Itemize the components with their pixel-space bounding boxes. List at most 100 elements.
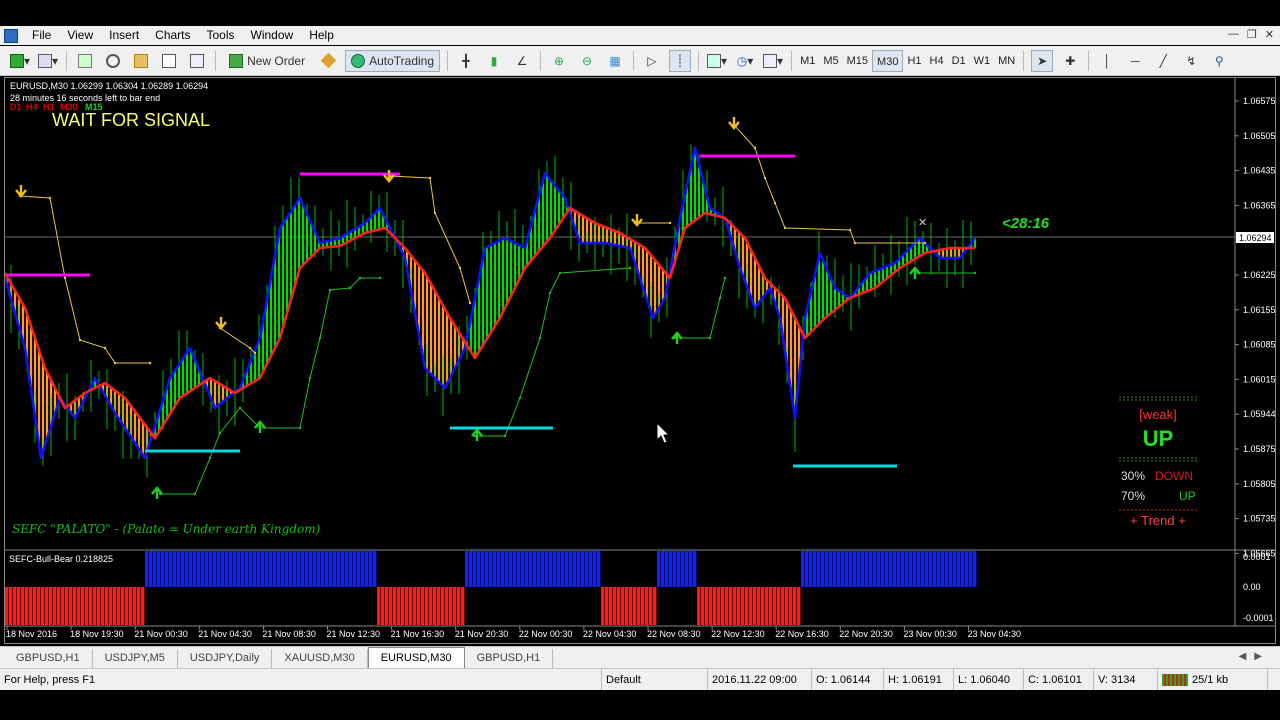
minimize-icon[interactable]: — — [1228, 28, 1239, 41]
status-open: O: 1.06144 — [812, 668, 884, 691]
bear-bar — [777, 587, 781, 625]
data-window-button[interactable] — [102, 50, 124, 72]
bear-bar — [69, 587, 73, 625]
tf-label-h4: H4 — [26, 102, 38, 112]
metaeditor-button[interactable] — [317, 50, 339, 72]
menu-file[interactable]: File — [24, 26, 59, 45]
menu-charts[interactable]: Charts — [147, 26, 198, 45]
bull-bar — [185, 551, 189, 587]
chart-window[interactable]: ✕ 0.0001 0.00 -0.0001 1.06575 1.06505 1.0643… — [4, 77, 1276, 644]
bear-bar — [773, 587, 777, 625]
time-axis-label: 21 Nov 00:30 — [134, 629, 188, 639]
chart-tab[interactable]: XAUUSD,M30 — [272, 649, 368, 668]
menu-tools[interactable]: Tools — [199, 26, 243, 45]
chart-tab-active[interactable]: EURUSD,M30 — [367, 647, 465, 668]
zoom-out-button[interactable]: ⊖ — [576, 50, 598, 72]
stop-line-lower — [675, 277, 726, 339]
toolbar-separator — [447, 50, 449, 71]
search-button[interactable]: ⚲ — [1208, 50, 1230, 72]
bear-bar — [65, 587, 69, 625]
close-icon[interactable]: ✕ — [1265, 28, 1274, 41]
timeframe-m5[interactable]: M5 — [819, 50, 842, 72]
horizontal-line-button[interactable]: ─ — [1124, 50, 1146, 72]
menu-help[interactable]: Help — [301, 26, 342, 45]
zoom-out-icon: ⊖ — [581, 53, 593, 68]
new-chart-button[interactable]: ▾ — [9, 50, 31, 72]
chart-tab[interactable]: USDJPY,Daily — [178, 649, 273, 668]
bear-bar — [441, 587, 445, 625]
bear-bar — [385, 587, 389, 625]
stop-dot — [78, 338, 82, 342]
templates-button[interactable]: ▾ — [762, 50, 784, 72]
autoscroll-button[interactable]: ▷ — [641, 50, 663, 72]
bull-bar — [873, 551, 877, 587]
bull-bar — [669, 551, 673, 587]
profiles-button[interactable]: ▾ — [37, 50, 59, 72]
menu-window[interactable]: Window — [243, 26, 302, 45]
chart-tab[interactable]: GBPUSD,H1 — [465, 649, 554, 668]
periods-button[interactable]: ◷ ▾ — [734, 50, 756, 72]
timeframe-m15[interactable]: M15 — [843, 50, 872, 72]
autotrading-button[interactable]: AutoTrading — [345, 49, 441, 72]
timeframe-w1[interactable]: W1 — [970, 50, 995, 72]
new-order-button[interactable]: New Order — [223, 50, 311, 72]
draw-tools-icon: ↯ — [1186, 53, 1197, 68]
timeframe-h4[interactable]: H4 — [926, 50, 948, 72]
stop-line-upper — [219, 327, 256, 354]
time-axis-label: 22 Nov 12:30 — [711, 629, 765, 639]
bear-bar — [21, 587, 25, 625]
chart-shift-button[interactable]: ┊ — [669, 49, 692, 72]
bear-bar — [629, 587, 633, 625]
line-chart-icon: ∠ — [516, 53, 528, 68]
zoom-in-button[interactable]: ⊕ — [548, 50, 570, 72]
bear-bar — [433, 587, 437, 625]
navigator-button[interactable] — [130, 50, 152, 72]
cursor-tool-button[interactable]: ➤ — [1031, 49, 1054, 72]
draw-tools-button[interactable]: ↯ — [1180, 50, 1202, 72]
bull-bar — [673, 551, 677, 587]
crosshair-tool-button[interactable]: ✚ — [1059, 50, 1081, 72]
bull-bar — [565, 551, 569, 587]
chart-tab[interactable]: USDJPY,M5 — [93, 649, 178, 668]
status-bar: For Help, press F1 Default 2016.11.22 09… — [0, 668, 1280, 691]
timeframe-mn[interactable]: MN — [994, 50, 1019, 72]
timeframe-m30[interactable]: M30 — [872, 49, 904, 72]
bear-bar — [377, 587, 381, 625]
crosshair-target-icon — [106, 53, 121, 68]
vertical-line-button[interactable]: │ — [1096, 50, 1118, 72]
bear-bar — [105, 587, 109, 625]
bull-bar — [513, 551, 517, 587]
terminal-button[interactable] — [158, 50, 180, 72]
menu-view[interactable]: View — [59, 26, 101, 45]
chart-canvas[interactable]: ✕ 0.00010.00-0.0001 1.065751.065051.0643… — [5, 78, 1275, 643]
bull-bar — [945, 551, 949, 587]
restore-icon[interactable]: ❐ — [1247, 28, 1257, 41]
toolbar-separator — [66, 50, 68, 71]
status-connection[interactable]: 25/1 kb — [1158, 668, 1268, 691]
bull-bar — [373, 551, 377, 587]
bull-bar — [549, 551, 553, 587]
tile-windows-button[interactable]: ▦ — [604, 50, 626, 72]
timeframe-m1[interactable]: M1 — [796, 50, 819, 72]
line-chart-button[interactable]: ∠ — [511, 50, 533, 72]
stop-dot — [503, 434, 507, 438]
new-order-label: New Order — [247, 53, 306, 68]
bull-bar — [909, 551, 913, 587]
tab-scroll-arrows[interactable]: ◀▶ — [1239, 651, 1270, 662]
candle-chart-button[interactable]: ▮ — [483, 50, 505, 72]
stop-dot — [848, 228, 852, 232]
market-watch-button[interactable] — [74, 50, 96, 72]
bull-bar — [469, 551, 473, 587]
menu-insert[interactable]: Insert — [101, 26, 147, 45]
timeframe-d1[interactable]: D1 — [948, 50, 970, 72]
timeframe-h1[interactable]: H1 — [903, 50, 925, 72]
bull-bar — [221, 551, 225, 587]
indicators-button[interactable]: ▾ — [706, 50, 728, 72]
stop-dot — [358, 276, 362, 280]
bull-bar — [665, 551, 669, 587]
trendline-button[interactable]: ╱ — [1152, 50, 1174, 72]
metaeditor-icon — [320, 52, 336, 69]
chart-tab[interactable]: GBPUSD,H1 — [4, 649, 93, 668]
tester-button[interactable] — [186, 50, 208, 72]
bar-chart-button[interactable]: ╋ — [455, 50, 477, 72]
